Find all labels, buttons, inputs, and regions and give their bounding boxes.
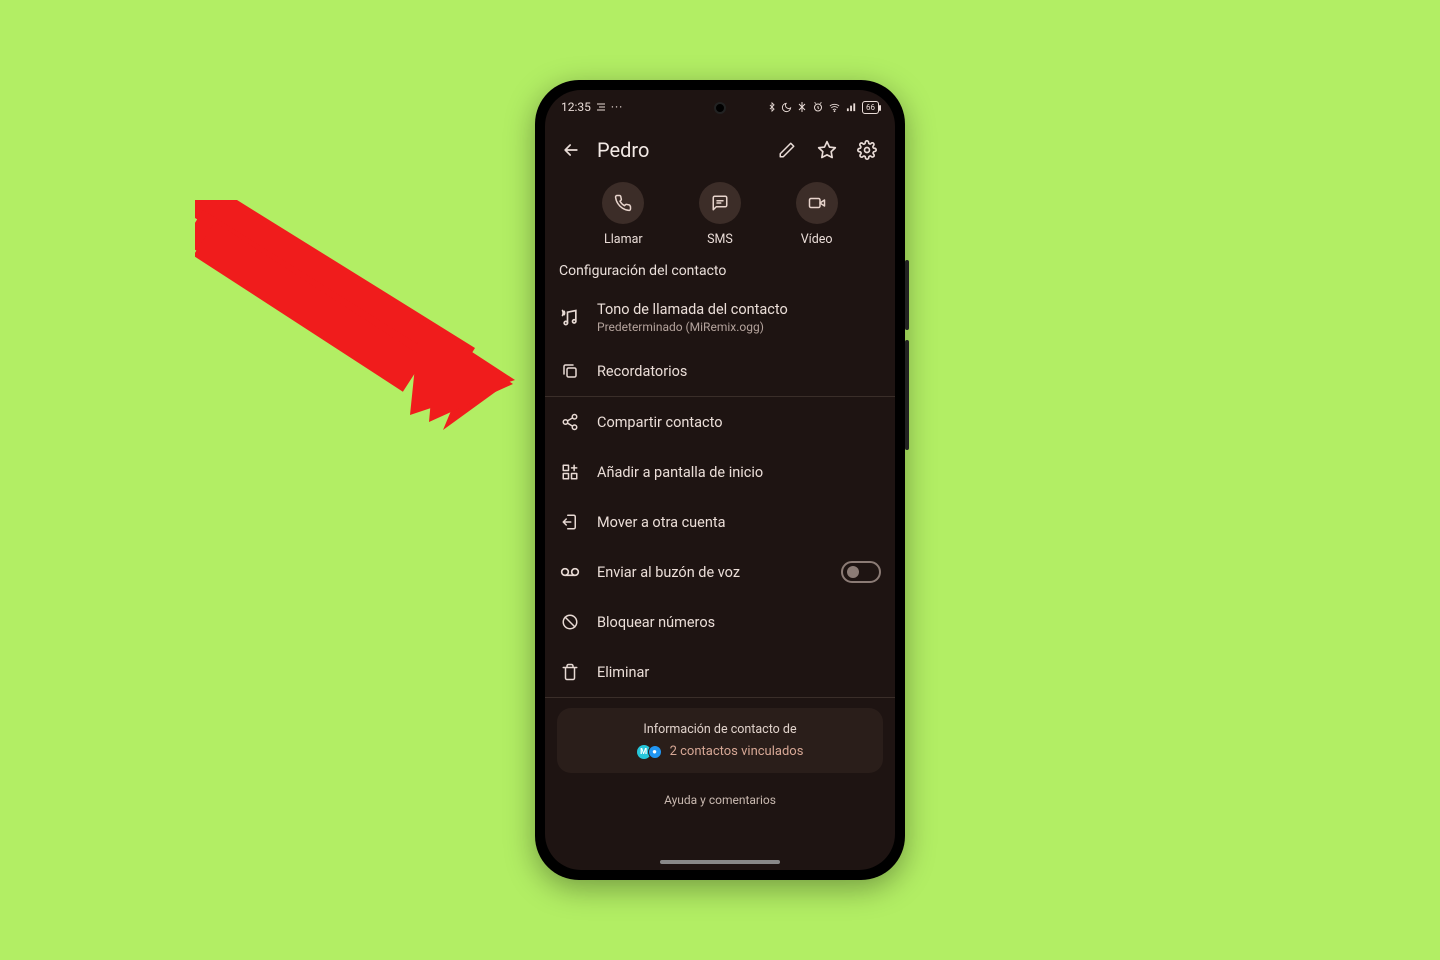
back-button[interactable]	[553, 132, 589, 168]
call-label: Llamar	[604, 232, 643, 247]
settings-button[interactable]	[849, 132, 885, 168]
share-title: Compartir contacto	[597, 414, 881, 431]
front-camera	[714, 102, 726, 114]
pointer-arrow-annotation	[195, 200, 515, 430]
status-time: 12:35	[561, 100, 591, 114]
message-icon	[711, 194, 729, 212]
quick-actions: Llamar SMS Vídeo	[545, 178, 895, 259]
divider	[545, 697, 895, 698]
vibrate-icon	[796, 101, 808, 113]
phone-icon	[614, 194, 632, 212]
block-title: Bloquear números	[597, 614, 881, 631]
share-icon	[559, 411, 581, 433]
video-label: Vídeo	[801, 232, 833, 247]
wifi-icon	[828, 102, 841, 113]
linked-badges: M ●	[637, 745, 662, 759]
volume-button	[905, 260, 909, 330]
gear-icon	[857, 140, 877, 160]
video-icon	[808, 194, 826, 212]
move-account-item[interactable]: Mover a otra cuenta	[545, 497, 895, 547]
ringtone-subtitle: Predeterminado (MiRemix.ogg)	[597, 320, 881, 334]
badge-o-icon: ●	[648, 745, 662, 759]
trash-icon	[559, 661, 581, 683]
star-icon	[817, 140, 837, 160]
settings-list: Tono de llamada del contacto Predetermin…	[545, 289, 895, 856]
help-feedback-link[interactable]: Ayuda y comentarios	[545, 781, 895, 811]
sms-action[interactable]: SMS	[699, 182, 741, 247]
battery-icon: 66	[862, 101, 879, 114]
sms-label: SMS	[707, 232, 733, 247]
arrow-back-icon	[561, 140, 581, 160]
voicemail-icon	[559, 561, 581, 583]
edit-button[interactable]	[769, 132, 805, 168]
linked-heading: Información de contacto de	[569, 722, 871, 737]
add-home-title: Añadir a pantalla de inicio	[597, 464, 881, 481]
ringtone-icon	[559, 307, 581, 329]
signal-icon	[845, 102, 858, 113]
delete-item[interactable]: Eliminar	[545, 647, 895, 697]
battery-level: 66	[866, 103, 875, 112]
moon-icon	[781, 102, 792, 113]
voicemail-toggle[interactable]	[841, 561, 881, 583]
app-bar: Pedro	[545, 124, 895, 178]
section-header: Configuración del contacto	[545, 259, 895, 289]
ringtone-item[interactable]: Tono de llamada del contacto Predetermin…	[545, 289, 895, 346]
video-action[interactable]: Vídeo	[796, 182, 838, 247]
widgets-icon	[559, 461, 581, 483]
screen: 12:35 ··· 66 Pedro	[545, 90, 895, 870]
copy-icon	[559, 360, 581, 382]
voicemail-title: Enviar al buzón de voz	[597, 564, 825, 581]
notification-icon	[595, 101, 607, 113]
power-button	[905, 340, 909, 450]
pencil-icon	[778, 141, 796, 159]
ringtone-title: Tono de llamada del contacto	[597, 301, 881, 318]
block-item[interactable]: Bloquear números	[545, 597, 895, 647]
pointer-arrow-annotation	[195, 200, 525, 430]
linked-count: 2 contactos vinculados	[670, 744, 804, 759]
toggle-knob	[847, 566, 859, 578]
bluetooth-icon	[767, 101, 777, 113]
phone-frame: 12:35 ··· 66 Pedro	[535, 80, 905, 880]
share-contact-item[interactable]: Compartir contacto	[545, 397, 895, 447]
voicemail-item[interactable]: Enviar al buzón de voz	[545, 547, 895, 597]
favorite-button[interactable]	[809, 132, 845, 168]
alarm-icon	[812, 101, 824, 113]
more-icon: ···	[611, 100, 623, 114]
delete-title: Eliminar	[597, 664, 881, 681]
add-homescreen-item[interactable]: Añadir a pantalla de inicio	[545, 447, 895, 497]
call-action[interactable]: Llamar	[602, 182, 644, 247]
export-icon	[559, 511, 581, 533]
linked-contacts-card[interactable]: Información de contacto de M ● 2 contact…	[557, 708, 883, 773]
block-icon	[559, 611, 581, 633]
contact-name: Pedro	[593, 138, 765, 162]
reminders-title: Recordatorios	[597, 363, 881, 380]
gesture-nav-bar	[660, 860, 780, 864]
reminders-item[interactable]: Recordatorios	[545, 346, 895, 396]
move-title: Mover a otra cuenta	[597, 514, 881, 531]
